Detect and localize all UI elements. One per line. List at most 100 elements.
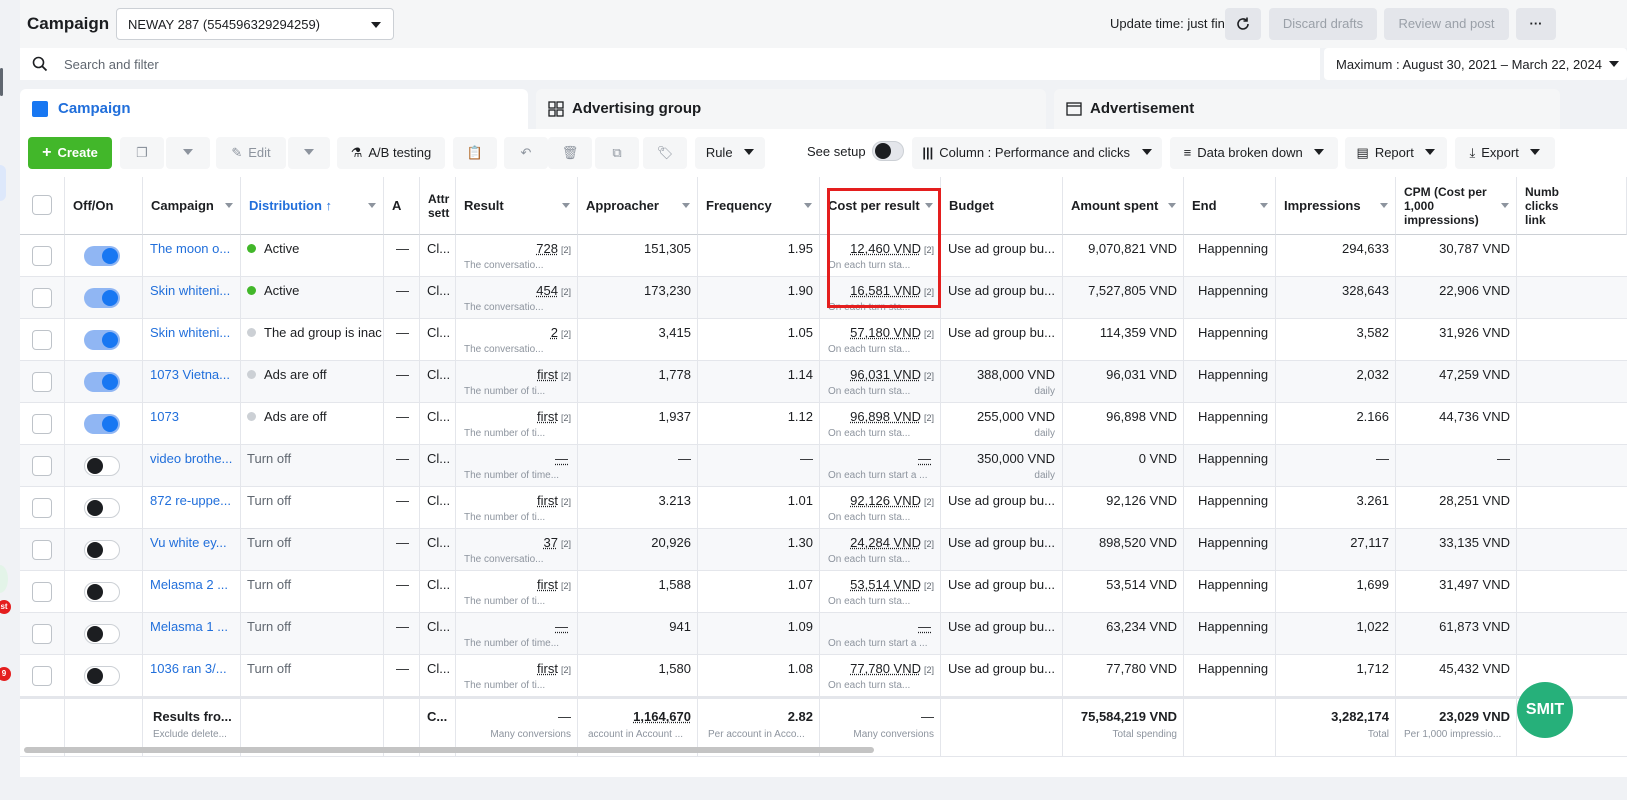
account-selector[interactable]: NEWAY 287 (554596329294259) bbox=[116, 8, 394, 40]
table-row[interactable]: The moon o... Active — Cl... 728 [2] The conve… bbox=[20, 235, 1627, 277]
campaign-name-link[interactable]: 1073 bbox=[150, 409, 179, 424]
campaign-name-link[interactable]: Vu white ey... bbox=[150, 535, 227, 550]
export-button[interactable]: ⤓ Export bbox=[1455, 137, 1555, 169]
header-result[interactable]: Result bbox=[456, 177, 578, 235]
campaign-toggle[interactable] bbox=[84, 624, 120, 644]
distribution-status: The ad group is inac bbox=[247, 325, 382, 340]
tab-campaign[interactable]: Campaign bbox=[20, 89, 528, 129]
cpr-value: 77,780 VND [2] bbox=[850, 661, 934, 676]
breakdown-button[interactable]: ≡ Data broken down bbox=[1170, 137, 1338, 169]
date-range-picker[interactable]: Maximum : August 30, 2021 – March 22, 20… bbox=[1324, 48, 1627, 80]
impressions-value: 328,643 bbox=[1342, 283, 1389, 298]
campaign-name-link[interactable]: 1073 Vietna... bbox=[150, 367, 230, 382]
rule-button[interactable]: Rule bbox=[695, 137, 765, 169]
campaign-name-link[interactable]: Melasma 2 ... bbox=[150, 577, 228, 592]
header-end[interactable]: End bbox=[1184, 177, 1276, 235]
campaign-name-link[interactable]: Skin whiteni... bbox=[150, 325, 230, 340]
duplicate-dropdown-button[interactable] bbox=[166, 137, 210, 169]
edit-button[interactable]: ✎ Edit bbox=[216, 137, 286, 169]
header-a[interactable]: A bbox=[384, 177, 420, 235]
campaign-toggle[interactable] bbox=[84, 498, 120, 518]
duplicate-button[interactable]: ❐ bbox=[120, 137, 164, 169]
table-row[interactable]: 1036 ran 3/... Turn off — Cl... first [2] The … bbox=[20, 655, 1627, 697]
select-all-checkbox[interactable] bbox=[32, 195, 52, 215]
header-cost-per-result[interactable]: Cost per result bbox=[820, 177, 941, 235]
column-divider bbox=[697, 235, 698, 757]
campaign-toggle[interactable] bbox=[84, 456, 120, 476]
header-cpm[interactable]: CPM (Cost per 1,000 impressions) bbox=[1396, 177, 1517, 235]
campaign-toggle[interactable] bbox=[84, 582, 120, 602]
row-checkbox[interactable] bbox=[32, 372, 52, 392]
campaign-toggle[interactable] bbox=[84, 330, 120, 350]
edit-dropdown-button[interactable] bbox=[288, 137, 330, 169]
header-link-clicks[interactable]: Numb clicks link bbox=[1517, 177, 1627, 235]
campaign-name-link[interactable]: Melasma 1 ... bbox=[150, 619, 228, 634]
campaign-name-link[interactable]: 872 re-uppe... bbox=[150, 493, 231, 508]
horizontal-scrollbar[interactable] bbox=[24, 747, 874, 753]
header-frequency[interactable]: Frequency bbox=[698, 177, 820, 235]
header-impressions[interactable]: Impressions bbox=[1276, 177, 1396, 235]
see-setup-toggle[interactable] bbox=[872, 141, 904, 161]
search-bar[interactable]: Search and filter bbox=[20, 48, 1320, 80]
row-checkbox[interactable] bbox=[32, 456, 52, 476]
row-checkbox[interactable] bbox=[32, 540, 52, 560]
table-row[interactable]: Melasma 2 ... Turn off — Cl... first [2] The n… bbox=[20, 571, 1627, 613]
header-attribution-setting[interactable]: Attr sett bbox=[420, 177, 456, 235]
tab-advertising-group[interactable]: Advertising group bbox=[536, 89, 1046, 129]
campaign-toggle[interactable] bbox=[84, 666, 120, 686]
row-checkbox[interactable] bbox=[32, 666, 52, 686]
campaign-name-link[interactable]: 1036 ran 3/... bbox=[150, 661, 227, 676]
table-row[interactable]: 872 re-uppe... Turn off — Cl... first [2] The … bbox=[20, 487, 1627, 529]
impressions-value: 1,699 bbox=[1356, 577, 1389, 592]
notification-badge[interactable]: st bbox=[0, 600, 11, 614]
more-options-button[interactable]: ··· bbox=[1516, 8, 1556, 40]
header-amount-spent[interactable]: Amount spent bbox=[1063, 177, 1184, 235]
campaign-toggle[interactable] bbox=[84, 372, 120, 392]
table-row[interactable]: 1073 Ads are off — Cl... first [2] The number … bbox=[20, 403, 1627, 445]
campaign-toggle[interactable] bbox=[84, 246, 120, 266]
table-row[interactable]: video brothe... Turn off — Cl... — The number… bbox=[20, 445, 1627, 487]
row-checkbox[interactable] bbox=[32, 498, 52, 518]
campaign-name-link[interactable]: Skin whiteni... bbox=[150, 283, 230, 298]
header-budget[interactable]: Budget bbox=[941, 177, 1063, 235]
header-approacher[interactable]: Approacher bbox=[578, 177, 698, 235]
search-input[interactable]: Search and filter bbox=[64, 57, 159, 72]
result-value: 454 [2] bbox=[536, 283, 571, 298]
table-row[interactable]: Skin whiteni... Active — Cl... 454 [2] The con… bbox=[20, 277, 1627, 319]
report-button[interactable]: ▤ Report bbox=[1345, 137, 1447, 169]
tag-button[interactable]: 🏷 bbox=[643, 137, 687, 169]
frequency-value: — bbox=[800, 451, 813, 466]
refresh-button[interactable] bbox=[1225, 8, 1261, 40]
table-row[interactable]: 1073 Vietna... Ads are off — Cl... first [2] T… bbox=[20, 361, 1627, 403]
review-and-post-button[interactable]: Review and post bbox=[1384, 8, 1509, 40]
row-checkbox[interactable] bbox=[32, 624, 52, 644]
clipboard-button[interactable]: 📋 bbox=[453, 137, 497, 169]
notification-badge[interactable]: 9 bbox=[0, 667, 11, 681]
campaign-toggle[interactable] bbox=[84, 540, 120, 560]
campaign-name-link[interactable]: The moon o... bbox=[150, 241, 230, 256]
delete-button[interactable]: 🗑 bbox=[548, 137, 592, 169]
campaign-name-link[interactable]: video brothe... bbox=[150, 451, 232, 466]
discard-drafts-button[interactable]: Discard drafts bbox=[1269, 8, 1377, 40]
row-checkbox[interactable] bbox=[32, 414, 52, 434]
tab-advertisement[interactable]: Advertisement bbox=[1054, 89, 1560, 129]
campaign-toggle[interactable] bbox=[84, 288, 120, 308]
row-checkbox[interactable] bbox=[32, 288, 52, 308]
row-checkbox[interactable] bbox=[32, 330, 52, 350]
smit-widget[interactable]: SMIT bbox=[1517, 682, 1573, 738]
column-divider bbox=[64, 235, 65, 757]
ab-testing-button[interactable]: ⚗ A/B testing bbox=[337, 137, 445, 169]
table-row[interactable]: Vu white ey... Turn off — Cl... 37 [2] The con… bbox=[20, 529, 1627, 571]
create-button[interactable]: + Create bbox=[28, 137, 112, 169]
undo-button[interactable]: ↶ bbox=[504, 137, 548, 169]
row-checkbox[interactable] bbox=[32, 582, 52, 602]
table-row[interactable]: Melasma 1 ... Turn off — Cl... — The number o… bbox=[20, 613, 1627, 655]
table-row[interactable]: Skin whiteni... The ad group is inac — Cl..… bbox=[20, 319, 1627, 361]
header-campaign[interactable]: Campaign bbox=[143, 177, 241, 235]
campaign-toggle[interactable] bbox=[84, 414, 120, 434]
columns-button[interactable]: ||| Column : Performance and clicks bbox=[912, 137, 1162, 169]
preview-button[interactable]: ⧉ bbox=[595, 137, 639, 169]
row-checkbox[interactable] bbox=[32, 246, 52, 266]
header-offon[interactable]: Off/On bbox=[65, 177, 143, 235]
header-distribution[interactable]: Distribution ↑ bbox=[241, 177, 384, 235]
